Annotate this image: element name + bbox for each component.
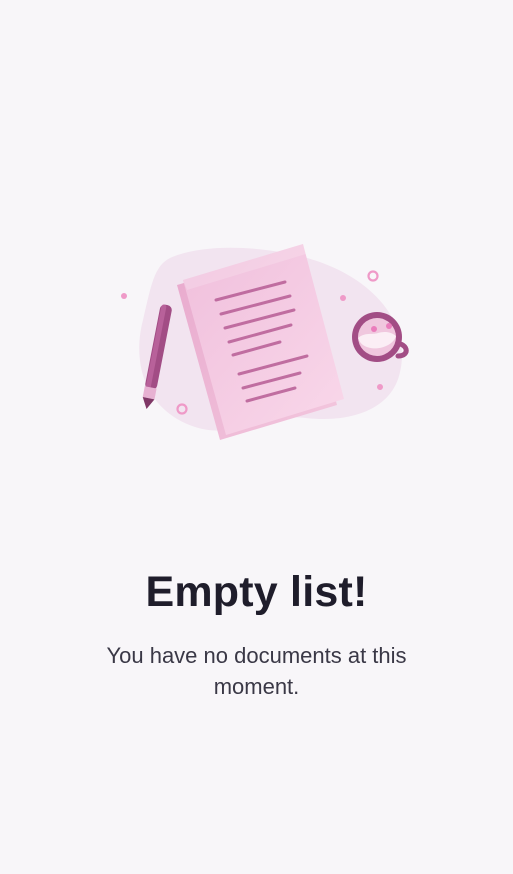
decor-dot bbox=[377, 384, 383, 390]
decor-dot bbox=[121, 293, 127, 299]
empty-state-message: You have no documents at this moment. bbox=[106, 643, 407, 699]
decor-ring bbox=[367, 270, 379, 282]
empty-state-screen: Empty list! You have no documents at thi… bbox=[0, 0, 513, 874]
coffee-cup-icon bbox=[352, 312, 409, 362]
documents-illustration-icon bbox=[121, 244, 409, 440]
empty-state-title: Empty list! bbox=[145, 568, 368, 616]
decor-dot bbox=[340, 295, 346, 301]
